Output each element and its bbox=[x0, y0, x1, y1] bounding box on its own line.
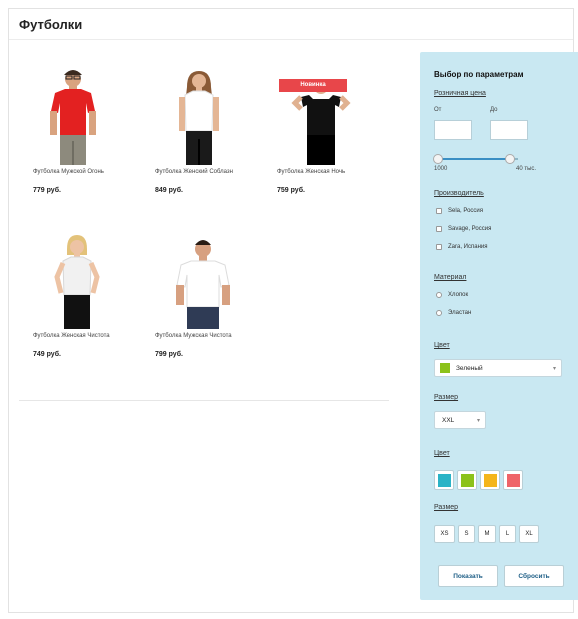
price-slider-fill bbox=[438, 158, 510, 160]
material-option[interactable]: Хлопок bbox=[436, 290, 468, 300]
product-card[interactable]: Футболка Мужской Огонь 779 руб. bbox=[33, 51, 145, 194]
catalog-frame: Футболки Футболка Мужской Огонь 779 руб.… bbox=[8, 8, 578, 613]
new-badge: Новинка bbox=[279, 79, 347, 92]
green-swatch bbox=[460, 473, 474, 487]
product-price: 799 руб. bbox=[155, 351, 183, 358]
product-price: 749 руб. bbox=[33, 351, 61, 358]
size-xl-button[interactable]: XL bbox=[519, 525, 539, 543]
price-to-label: До bbox=[490, 107, 498, 113]
page-title: Футболки bbox=[19, 17, 83, 32]
chevron-down-icon: ▾ bbox=[552, 366, 556, 372]
product-name[interactable]: Футболка Женская Чистота bbox=[33, 333, 145, 348]
product-name[interactable]: Футболка Мужской Огонь bbox=[33, 169, 145, 184]
grid-divider bbox=[19, 400, 389, 401]
size-select-value: XXL bbox=[442, 416, 455, 424]
option-label: Zara, Испания bbox=[448, 244, 488, 250]
filter-title: Выбор по параметрам bbox=[434, 70, 524, 79]
product-name[interactable]: Футболка Женская Ночь bbox=[277, 169, 389, 184]
size-select[interactable]: XXL ▾ bbox=[434, 411, 486, 429]
price-from-input[interactable] bbox=[434, 120, 472, 140]
option-label: Savage, Россия bbox=[448, 226, 492, 232]
red-swatch bbox=[506, 473, 520, 487]
size-xs-button[interactable]: XS bbox=[434, 525, 455, 543]
product-price: 849 руб. bbox=[155, 187, 183, 194]
color-select[interactable]: Зеленый ▾ bbox=[434, 359, 562, 377]
radio[interactable] bbox=[436, 292, 442, 298]
filter-panel: Выбор по параметрам Розничная цена От До… bbox=[420, 52, 578, 600]
price-from-label: От bbox=[434, 107, 442, 113]
color-swatch-button[interactable] bbox=[457, 470, 477, 490]
woman-grey-tshirt-photo[interactable] bbox=[33, 215, 145, 333]
product-name[interactable]: Футболка Женский Соблазн bbox=[155, 169, 267, 184]
radio[interactable] bbox=[436, 310, 442, 316]
size-s-button[interactable]: S bbox=[458, 525, 475, 543]
material-label: Материал bbox=[434, 274, 467, 281]
color-swatch-label: Цвет bbox=[434, 450, 450, 457]
color-swatch bbox=[440, 363, 450, 373]
product-name[interactable]: Футболка Мужская Чистота bbox=[155, 333, 267, 348]
reset-button[interactable]: Сбросить bbox=[504, 565, 564, 587]
chevron-down-icon: ▾ bbox=[476, 418, 480, 424]
size-buttons-label: Размер bbox=[434, 504, 459, 511]
product-card[interactable]: Футболка Женская Чистота 749 руб. bbox=[33, 215, 145, 358]
option-label: Хлопок bbox=[448, 292, 469, 298]
title-divider bbox=[9, 39, 573, 40]
man-red-tshirt-photo[interactable] bbox=[33, 51, 145, 169]
color-select-label: Цвет bbox=[434, 342, 450, 349]
color-swatch-button[interactable] bbox=[434, 470, 454, 490]
yellow-swatch bbox=[483, 473, 497, 487]
man-white-tshirt-photo[interactable] bbox=[155, 215, 267, 333]
material-option[interactable]: Эластан bbox=[436, 308, 471, 318]
manufacturer-option[interactable]: Savage, Россия bbox=[436, 224, 491, 234]
price-to-input[interactable] bbox=[490, 120, 528, 140]
manufacturer-label: Производитель bbox=[434, 190, 484, 197]
price-slider-low-handle[interactable] bbox=[433, 154, 443, 164]
cyan-swatch bbox=[437, 473, 451, 487]
product-price: 779 руб. bbox=[33, 187, 61, 194]
product-price: 759 руб. bbox=[277, 187, 305, 194]
size-select-label: Размер bbox=[434, 394, 459, 401]
color-select-value: Зеленый bbox=[456, 364, 483, 372]
price-min-label: 1000 bbox=[434, 166, 448, 172]
show-button[interactable]: Показать bbox=[438, 565, 498, 587]
product-card[interactable]: Футболка Женский Соблазн 849 руб. bbox=[155, 51, 267, 194]
woman-white-tshirt-photo[interactable] bbox=[155, 51, 267, 169]
manufacturer-option[interactable]: Zara, Испания bbox=[436, 242, 487, 252]
option-label: Эластан bbox=[448, 310, 472, 316]
price-slider-high-handle[interactable] bbox=[505, 154, 515, 164]
option-label: Sela, Россия bbox=[448, 208, 484, 214]
woman-black-tshirt-photo[interactable]: Новинка bbox=[277, 51, 389, 169]
checkbox[interactable] bbox=[436, 244, 442, 250]
size-m-button[interactable]: M bbox=[478, 525, 496, 543]
color-swatch-button[interactable] bbox=[503, 470, 523, 490]
checkbox[interactable] bbox=[436, 226, 442, 232]
manufacturer-option[interactable]: Sela, Россия bbox=[436, 206, 483, 216]
product-card[interactable]: Новинка Футболка Женская Ночь 759 руб. bbox=[277, 51, 389, 194]
product-card[interactable]: Футболка Мужская Чистота 799 руб. bbox=[155, 215, 267, 358]
size-l-button[interactable]: L bbox=[499, 525, 516, 543]
color-swatch-button[interactable] bbox=[480, 470, 500, 490]
price-label: Розничная цена bbox=[434, 90, 486, 97]
price-max-label: 40 тыс. bbox=[516, 166, 537, 172]
checkbox[interactable] bbox=[436, 208, 442, 214]
